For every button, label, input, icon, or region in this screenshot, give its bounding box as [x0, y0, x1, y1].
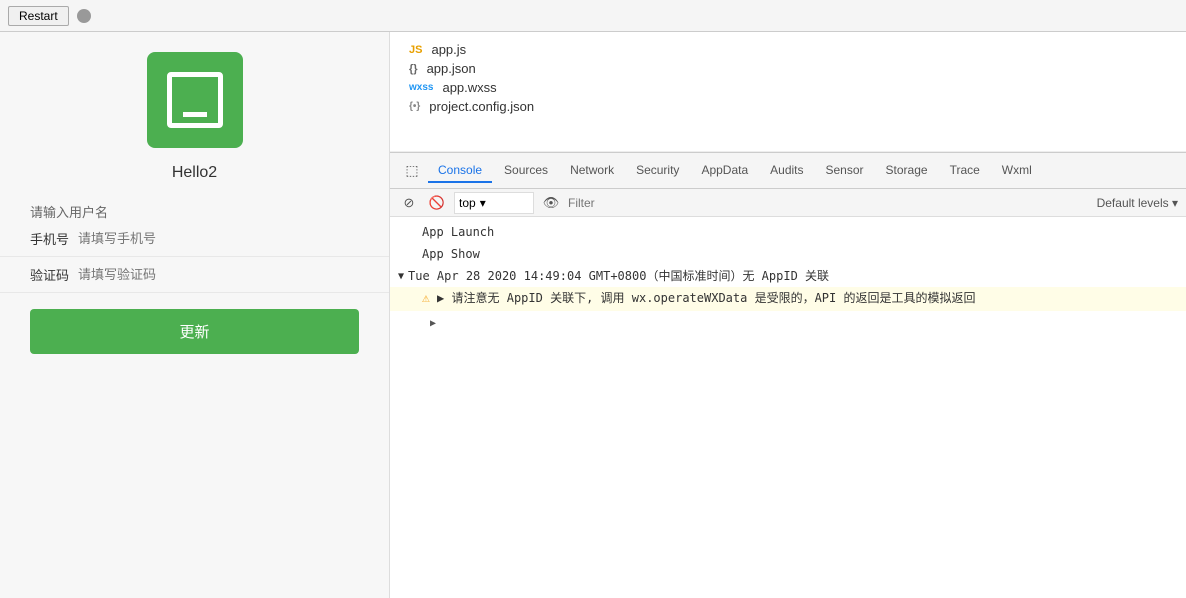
- code-input[interactable]: [78, 267, 359, 282]
- tab-console[interactable]: Console: [428, 159, 492, 183]
- file-item-appjson[interactable]: {} app.json: [406, 59, 1170, 78]
- tab-sources[interactable]: Sources: [494, 159, 558, 183]
- update-button[interactable]: 更新: [30, 309, 359, 354]
- simulator-panel: Hello2 请输入用户名 手机号 验证码 更新: [0, 32, 390, 598]
- eye-icon[interactable]: 👁: [540, 192, 562, 214]
- console-output: App Launch App Show ▼ Tue Apr 28 2020 14…: [390, 217, 1186, 598]
- user-label: 请输入用户名: [30, 202, 108, 221]
- wxss-icon: wxss: [406, 81, 436, 94]
- tab-audits[interactable]: Audits: [760, 159, 813, 183]
- phone-row: 手机号: [0, 221, 389, 257]
- console-line-applaunch: App Launch: [390, 221, 1186, 243]
- expand-triangle-icon[interactable]: ▼: [398, 269, 404, 284]
- file-name-projectconfig: project.config.json: [429, 99, 534, 114]
- tab-network[interactable]: Network: [560, 159, 624, 183]
- file-item-projectconfig[interactable]: {•} project.config.json: [406, 97, 1170, 116]
- json-icon: {}: [406, 62, 421, 76]
- file-name-appjs: app.js: [431, 42, 466, 57]
- chevron-down-icon: ▾: [480, 196, 486, 210]
- app-icon: [147, 52, 243, 148]
- timestamp-text: Tue Apr 28 2020 14:49:04 GMT+0800（中国标准时间…: [408, 267, 829, 285]
- tab-security[interactable]: Security: [626, 159, 689, 183]
- top-bar: Restart: [0, 0, 1186, 32]
- console-toolbar: ⊘ 🚫 top ▾ 👁 Default levels ▾: [390, 189, 1186, 217]
- phone-label: 手机号: [30, 229, 78, 248]
- expand-arrow-icon[interactable]: ▶: [430, 318, 436, 329]
- devtools-panel: ⬚ Console Sources Network Security AppDa…: [390, 152, 1186, 598]
- code-row: 验证码: [0, 257, 389, 293]
- console-line-appshow: App Show: [390, 243, 1186, 265]
- file-item-appjs[interactable]: JS app.js: [406, 40, 1170, 59]
- tab-trace[interactable]: Trace: [940, 159, 990, 183]
- code-label: 验证码: [30, 265, 78, 284]
- phone-input[interactable]: [78, 231, 359, 246]
- app-name: Hello2: [172, 164, 217, 182]
- js-icon: JS: [406, 43, 425, 57]
- app-icon-line: [183, 112, 207, 117]
- no-network-icon[interactable]: 🚫: [426, 192, 448, 214]
- file-tree: JS app.js {} app.json wxss app.wxss {•} …: [390, 32, 1186, 152]
- file-name-appjson: app.json: [427, 61, 476, 76]
- tab-sensor[interactable]: Sensor: [816, 159, 874, 183]
- filter-input[interactable]: [568, 196, 1091, 210]
- file-name-appwxss: app.wxss: [442, 80, 496, 95]
- console-line-expand[interactable]: ▶: [390, 311, 1186, 333]
- file-item-appwxss[interactable]: wxss app.wxss: [406, 78, 1170, 97]
- right-panel: JS app.js {} app.json wxss app.wxss {•} …: [390, 32, 1186, 598]
- status-dot: [77, 9, 91, 23]
- context-selector[interactable]: top ▾: [454, 192, 534, 214]
- clear-console-button[interactable]: ⊘: [398, 192, 420, 214]
- warning-icon: ⚠: [422, 291, 430, 306]
- tab-wxml[interactable]: Wxml: [992, 159, 1042, 183]
- main-layout: Hello2 请输入用户名 手机号 验证码 更新 JS app.js {} ap…: [0, 32, 1186, 598]
- top-value: top: [459, 196, 476, 210]
- config-icon: {•}: [406, 100, 423, 113]
- app-icon-inner: [167, 72, 223, 128]
- devtools-tabs-bar: ⬚ Console Sources Network Security AppDa…: [390, 153, 1186, 189]
- console-line-timestamp: ▼ Tue Apr 28 2020 14:49:04 GMT+0800（中国标准…: [390, 265, 1186, 287]
- inspect-icon[interactable]: ⬚: [398, 157, 426, 185]
- console-line-warning: ⚠ ▶ 请注意无 AppID 关联下, 调用 wx.operateWXData …: [390, 287, 1186, 311]
- restart-button[interactable]: Restart: [8, 6, 69, 26]
- default-levels-button[interactable]: Default levels ▾: [1097, 196, 1178, 210]
- tab-storage[interactable]: Storage: [876, 159, 938, 183]
- tab-appdata[interactable]: AppData: [691, 159, 758, 183]
